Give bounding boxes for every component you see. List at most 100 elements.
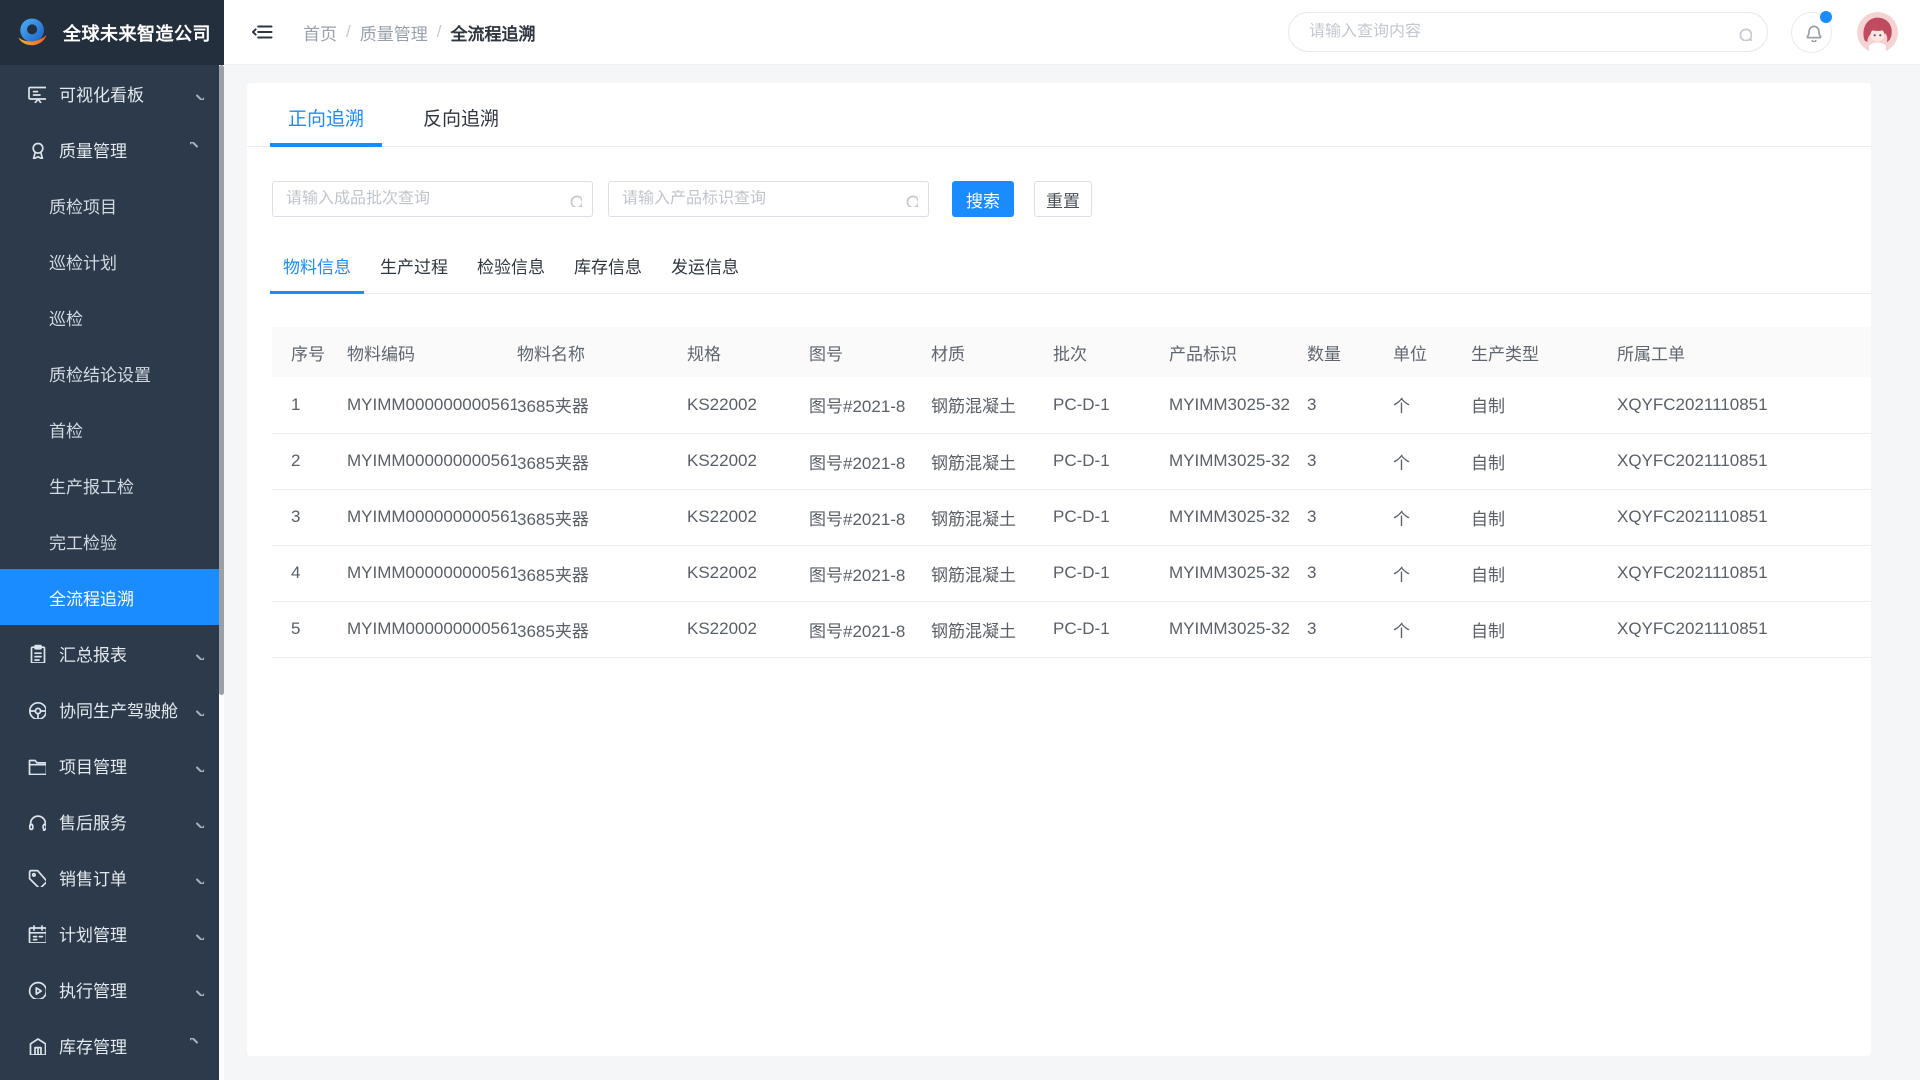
chevron-down-icon: [190, 814, 204, 828]
sidebar-item-execution-management[interactable]: 执行管理: [0, 961, 224, 1017]
breadcrumb-current: 全流程追溯: [450, 20, 535, 45]
cell-spec: KS22002: [687, 601, 809, 657]
sidebar-item-sales-orders[interactable]: 销售订单: [0, 849, 224, 905]
work-order-link[interactable]: XQYFC2021110851: [1617, 545, 1871, 601]
search-icon[interactable]: [566, 191, 582, 207]
subtab-inventory-info[interactable]: 库存信息: [561, 253, 655, 293]
cell-material-code: MYIMM000000000561: [347, 377, 517, 433]
work-order-link[interactable]: XQYFC2021110851: [1617, 433, 1871, 489]
sidebar-scrollbar-track: [219, 65, 224, 1080]
sidebar-item-plan-management[interactable]: 计划管理: [0, 905, 224, 961]
col-quantity: 数量: [1307, 327, 1393, 377]
chevron-down-icon: [190, 982, 204, 996]
batch-search-field: [272, 181, 593, 217]
tab-forward-trace[interactable]: 正向追溯: [270, 104, 382, 146]
subtab-inspection-info[interactable]: 检验信息: [464, 253, 558, 293]
sidebar-subitem-completion-inspection[interactable]: 完工检验: [0, 513, 224, 569]
table-row: 2 MYIMM000000000561 3685夹器 KS22002 图号#20…: [272, 433, 1871, 489]
sidebar-subitem-first-inspection[interactable]: 首检: [0, 401, 224, 457]
breadcrumb-home[interactable]: 首页: [303, 20, 337, 45]
sidebar-subitem-label: 质检项目: [49, 193, 117, 218]
sidebar-item-summary-report[interactable]: 汇总报表: [0, 625, 224, 681]
sidebar-subitem-label: 巡检计划: [49, 249, 117, 274]
cell-material-quality: 钢筋混凝土: [931, 489, 1053, 545]
material-table: 序号 物料编码 物料名称 规格 图号 材质 批次 产品标识 数量 单位 生产类型…: [272, 327, 1871, 658]
breadcrumb-section[interactable]: 质量管理: [360, 20, 428, 45]
cell-material-code: MYIMM000000000561: [347, 433, 517, 489]
sidebar-subitem-full-trace[interactable]: 全流程追溯: [0, 569, 224, 625]
table-row: 5 MYIMM000000000561 3685夹器 KS22002 图号#20…: [272, 601, 1871, 657]
batch-search-input[interactable]: [286, 190, 566, 208]
sidebar-subitem-production-report-check[interactable]: 生产报工检: [0, 457, 224, 513]
subtab-shipping-info[interactable]: 发运信息: [658, 253, 752, 293]
cell-production-type: 自制: [1471, 377, 1617, 433]
avatar[interactable]: [1857, 12, 1898, 53]
cell-spec: KS22002: [687, 489, 809, 545]
sidebar-item-label: 售后服务: [59, 809, 190, 834]
chevron-up-icon: [190, 1038, 204, 1052]
work-order-link[interactable]: XQYFC2021110851: [1617, 489, 1871, 545]
work-order-link[interactable]: XQYFC2021110851: [1617, 377, 1871, 433]
reset-button[interactable]: 重置: [1034, 181, 1092, 217]
search-button[interactable]: 搜索: [952, 181, 1014, 217]
notifications-button[interactable]: [1791, 12, 1832, 53]
table-header-row: 序号 物料编码 物料名称 规格 图号 材质 批次 产品标识 数量 单位 生产类型…: [272, 327, 1871, 377]
cell-product-id: MYIMM3025-32: [1169, 433, 1307, 489]
sidebar-item-production-cockpit[interactable]: 协同生产驾驶舱: [0, 681, 224, 737]
col-product-id: 产品标识: [1169, 327, 1307, 377]
cell-batch: PC-D-1: [1053, 545, 1169, 601]
info-subtabs: 物料信息 生产过程 检验信息 库存信息 发运信息: [270, 253, 1871, 294]
cell-production-type: 自制: [1471, 545, 1617, 601]
sidebar-item-label: 协同生产驾驶舱: [59, 697, 190, 722]
tab-backward-trace[interactable]: 反向追溯: [405, 104, 517, 146]
cell-seq: 4: [272, 545, 347, 601]
cell-material-code: MYIMM000000000561: [347, 601, 517, 657]
cell-product-id: MYIMM3025-32: [1169, 601, 1307, 657]
quality-medal-icon: [26, 139, 46, 159]
global-search-input[interactable]: [1309, 23, 1735, 41]
sidebar-item-label: 可视化看板: [59, 81, 190, 106]
sidebar-item-quality[interactable]: 质量管理: [0, 121, 224, 177]
sidebar-item-inventory-management[interactable]: 库存管理: [0, 1017, 224, 1073]
sidebar-item-project-management[interactable]: 项目管理: [0, 737, 224, 793]
cell-product-id: MYIMM3025-32: [1169, 545, 1307, 601]
report-clipboard-icon: [26, 643, 46, 663]
sidebar-subitem-patrol-plan[interactable]: 巡检计划: [0, 233, 224, 289]
cell-drawing-no: 图号#2021-8: [809, 601, 931, 657]
subtab-production-process[interactable]: 生产过程: [367, 253, 461, 293]
cell-product-id: MYIMM3025-32: [1169, 377, 1307, 433]
cell-material-code: MYIMM000000000561: [347, 545, 517, 601]
company-name: 全球未来智造公司: [63, 20, 211, 46]
search-icon[interactable]: [1735, 24, 1752, 41]
cell-batch: PC-D-1: [1053, 601, 1169, 657]
sidebar-subitem-patrol[interactable]: 巡检: [0, 289, 224, 345]
sidebar-subitem-conclusion-settings[interactable]: 质检结论设置: [0, 345, 224, 401]
product-id-search-input[interactable]: [622, 190, 902, 208]
sidebar-item-label: 项目管理: [59, 753, 190, 778]
col-unit: 单位: [1393, 327, 1471, 377]
dashboard-board-icon: [26, 83, 46, 103]
subtab-material-info[interactable]: 物料信息: [270, 253, 364, 293]
cell-seq: 5: [272, 601, 347, 657]
sidebar-item-after-sales[interactable]: 售后服务: [0, 793, 224, 849]
sidebar-subitem-label: 完工检验: [49, 529, 117, 554]
sidebar-subitem-inspection-items[interactable]: 质检项目: [0, 177, 224, 233]
col-batch: 批次: [1053, 327, 1169, 377]
trace-direction-tabs: 正向追溯 反向追溯: [247, 83, 1871, 147]
cell-batch: PC-D-1: [1053, 489, 1169, 545]
sidebar-subitem-label: 质检结论设置: [49, 361, 151, 386]
sidebar-scrollbar-thumb[interactable]: [219, 65, 224, 695]
sidebar-subitem-label: 全流程追溯: [49, 585, 134, 610]
after-sales-headset-icon: [26, 811, 46, 831]
col-production-type: 生产类型: [1471, 327, 1617, 377]
sales-tag-icon: [26, 867, 46, 887]
table-row: 3 MYIMM000000000561 3685夹器 KS22002 图号#20…: [272, 489, 1871, 545]
search-icon[interactable]: [902, 191, 918, 207]
col-material-code: 物料编码: [347, 327, 517, 377]
work-order-link[interactable]: XQYFC2021110851: [1617, 601, 1871, 657]
cell-material-quality: 钢筋混凝土: [931, 545, 1053, 601]
chevron-down-icon: [190, 702, 204, 716]
cell-seq: 1: [272, 377, 347, 433]
fold-menu-icon[interactable]: [251, 20, 275, 44]
sidebar-item-dashboard[interactable]: 可视化看板: [0, 65, 224, 121]
